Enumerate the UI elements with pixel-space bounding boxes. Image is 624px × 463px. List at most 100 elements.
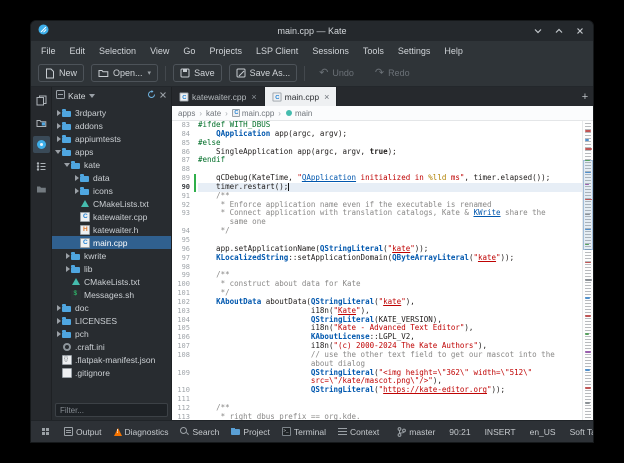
code-line-87[interactable]: 87 #endif: [172, 155, 582, 165]
minimap-scrollbar[interactable]: [582, 121, 593, 420]
tree-item-lib[interactable]: lib: [52, 262, 171, 275]
code-line-94[interactable]: 94 */: [172, 226, 582, 236]
expander-right-icon[interactable]: [73, 173, 80, 183]
code-line-110[interactable]: 110 QStringLiteral("https://kate-editor.…: [172, 385, 582, 395]
line-number[interactable]: 108: [172, 351, 194, 360]
code-line-90[interactable]: 90 timer.restart();: [172, 182, 582, 192]
tree-item-pch[interactable]: pch: [52, 327, 171, 340]
sidebar-symbols-button[interactable]: [33, 158, 50, 175]
panel-button-diagnostics[interactable]: Diagnostics: [109, 425, 174, 439]
tree-item-gitignore[interactable]: .gitignore: [52, 366, 171, 379]
line-number[interactable]: 107: [172, 342, 194, 351]
line-number[interactable]: 85: [172, 139, 194, 148]
tree-item-doc[interactable]: doc: [52, 301, 171, 314]
line-number[interactable]: 96: [172, 245, 194, 254]
code-line-86[interactable]: 86 SingleApplication app(argc, argv, tru…: [172, 147, 582, 157]
tree-item-3rdparty[interactable]: 3rdparty: [52, 106, 171, 119]
breadcrumb-item-kate[interactable]: kate: [206, 109, 221, 118]
tree-item-flatpak-manifest-json[interactable]: .flatpak-manifest.json: [52, 353, 171, 366]
menu-item-file[interactable]: File: [34, 44, 63, 58]
breadcrumb-item-apps[interactable]: apps: [178, 109, 195, 118]
tree-item-katewaiter-cpp[interactable]: katewaiter.cpp: [52, 210, 171, 223]
line-number[interactable]: 87: [172, 156, 194, 165]
line-number[interactable]: 101: [172, 289, 194, 298]
tree-item-cmakelists-txt[interactable]: CMakeLists.txt: [52, 197, 171, 210]
menu-item-help[interactable]: Help: [437, 44, 470, 58]
tree-item-licenses[interactable]: LICENSES: [52, 314, 171, 327]
code-line-113[interactable]: 113 * right dbus prefix == org.kde.: [172, 412, 582, 420]
line-number[interactable]: 95: [172, 236, 194, 245]
code-line-97[interactable]: 97 KLocalizedString::setApplicationDomai…: [172, 253, 582, 263]
panel-button-terminal[interactable]: Terminal: [277, 425, 331, 439]
line-number[interactable]: 100: [172, 280, 194, 289]
line-number[interactable]: 105: [172, 324, 194, 333]
line-number[interactable]: 97: [172, 254, 194, 263]
expander-right-icon[interactable]: [73, 186, 80, 196]
dictionary-status[interactable]: en_US: [525, 427, 561, 437]
tab-close-icon[interactable]: ×: [324, 92, 329, 102]
line-number[interactable]: [172, 377, 194, 386]
open-button[interactable]: Open... ▾: [91, 64, 159, 82]
expander-right-icon[interactable]: [55, 121, 62, 131]
expander-down-icon[interactable]: [64, 160, 71, 170]
minimize-button[interactable]: [532, 25, 544, 37]
close-button[interactable]: [574, 25, 586, 37]
tree-item-katewaiter-h[interactable]: katewaiter.h: [52, 223, 171, 236]
tab-mode-status[interactable]: Soft Tabs: 4: [565, 427, 593, 437]
tree-item-craft-ini[interactable]: .craft.ini: [52, 340, 171, 353]
line-number[interactable]: [172, 360, 194, 369]
tab-katewaiter-cpp[interactable]: katewaiter.cpp ×: [172, 87, 265, 106]
code-line-wrap[interactable]: same one: [172, 217, 582, 227]
breadcrumb-item-main-cpp[interactable]: main.cpp: [231, 109, 274, 118]
undo-button[interactable]: ↶ Undo: [312, 64, 361, 82]
line-number[interactable]: 111: [172, 395, 194, 404]
maximize-button[interactable]: [553, 25, 565, 37]
line-number[interactable]: [172, 218, 194, 227]
line-number[interactable]: 92: [172, 201, 194, 210]
tree-item-kwrite[interactable]: kwrite: [52, 249, 171, 262]
filter-input[interactable]: [55, 403, 168, 417]
close-panel-icon[interactable]: [159, 91, 167, 101]
code-line-84[interactable]: 84 QApplication app(argc, argv);: [172, 129, 582, 139]
menu-item-settings[interactable]: Settings: [391, 44, 438, 58]
tree-item-addons[interactable]: addons: [52, 119, 171, 132]
expander-right-icon[interactable]: [64, 251, 71, 261]
line-number[interactable]: 84: [172, 130, 194, 139]
menu-item-sessions[interactable]: Sessions: [305, 44, 356, 58]
tree-item-icons[interactable]: icons: [52, 184, 171, 197]
title-bar[interactable]: main.cpp — Kate: [31, 21, 593, 41]
code-line-100[interactable]: 100 * construct about data for Kate: [172, 279, 582, 289]
menu-item-view[interactable]: View: [143, 44, 176, 58]
menu-item-go[interactable]: Go: [176, 44, 202, 58]
cursor-position-status[interactable]: 90:21: [444, 427, 475, 437]
panel-grid-button[interactable]: [36, 425, 55, 438]
tree-item-apps[interactable]: apps: [52, 145, 171, 158]
line-number[interactable]: 93: [172, 209, 194, 218]
panel-button-search[interactable]: Search: [175, 425, 224, 439]
tab-main-cpp[interactable]: main.cpp ×: [264, 87, 338, 106]
tree-item-cmakelists-txt[interactable]: CMakeLists.txt: [52, 275, 171, 288]
menu-item-selection[interactable]: Selection: [92, 44, 143, 58]
sidebar-files-button[interactable]: [33, 180, 50, 197]
menu-item-lsp-client[interactable]: LSP Client: [249, 44, 305, 58]
tree-item-messages-sh[interactable]: Messages.sh: [52, 288, 171, 301]
line-number[interactable]: 90: [172, 183, 194, 192]
code-line-111[interactable]: 111: [172, 395, 582, 404]
new-tab-button[interactable]: +: [577, 87, 593, 106]
tree-item-appiumtests[interactable]: appiumtests: [52, 132, 171, 145]
redo-button[interactable]: ↷ Redo: [368, 64, 417, 82]
tree-item-kate[interactable]: kate: [52, 158, 171, 171]
project-selector[interactable]: Kate: [68, 91, 86, 101]
new-button[interactable]: New: [38, 64, 85, 82]
tree-item-data[interactable]: data: [52, 171, 171, 184]
input-mode-status[interactable]: INSERT: [480, 427, 521, 437]
panel-button-output[interactable]: Output: [59, 425, 107, 439]
menu-item-projects[interactable]: Projects: [202, 44, 249, 58]
breadcrumb-item-main[interactable]: main: [285, 109, 312, 118]
git-branch-status[interactable]: master: [392, 427, 440, 437]
menu-item-tools[interactable]: Tools: [356, 44, 391, 58]
expander-right-icon[interactable]: [55, 108, 62, 118]
expander-down-icon[interactable]: [55, 147, 62, 157]
code-line-98[interactable]: 98: [172, 263, 582, 272]
line-number[interactable]: 106: [172, 333, 194, 342]
